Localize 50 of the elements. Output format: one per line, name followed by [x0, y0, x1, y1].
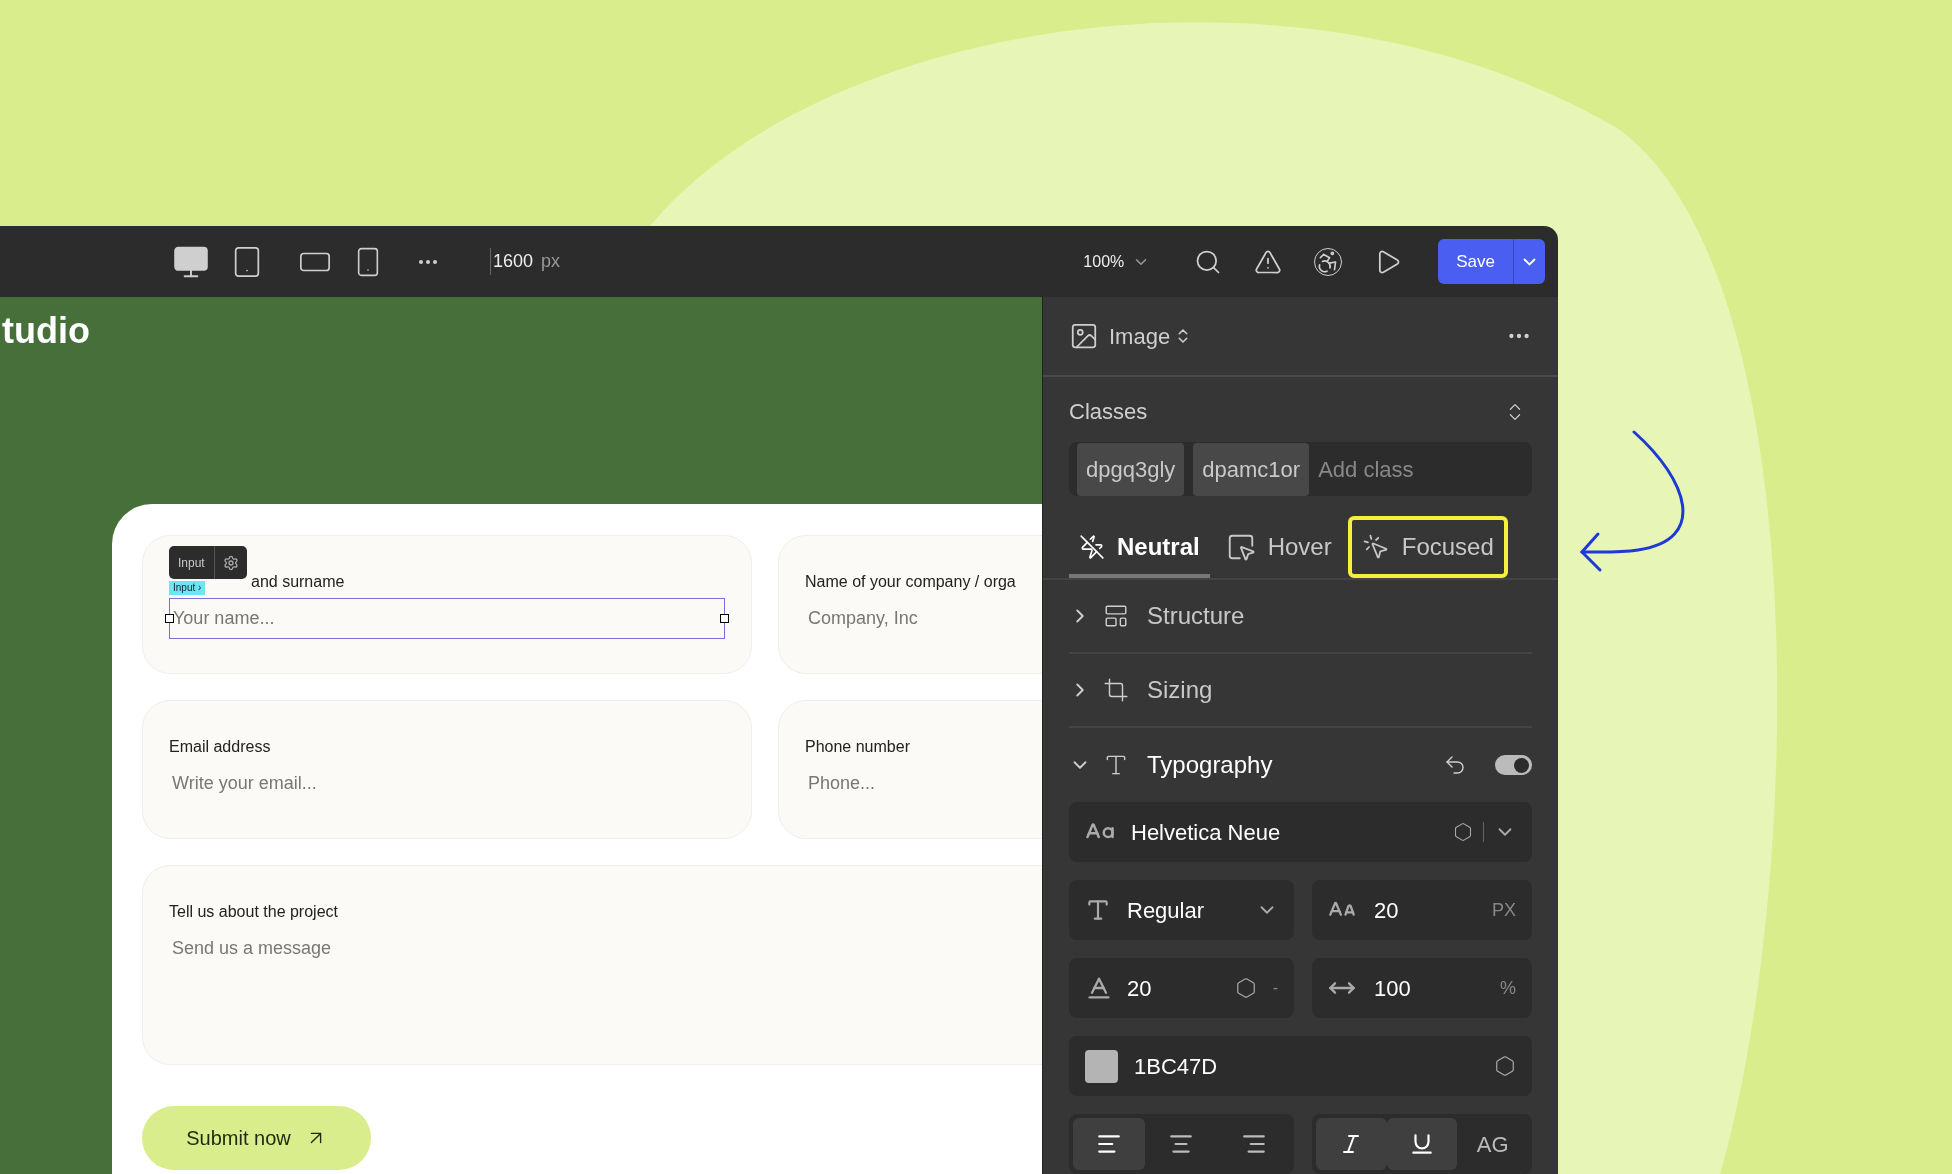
line-height-field[interactable]: 20 - — [1069, 958, 1294, 1018]
underline-button[interactable] — [1386, 1118, 1458, 1170]
align-button[interactable] — [1073, 1118, 1146, 1170]
class-chip[interactable]: dpgq3gly — [1077, 442, 1185, 496]
underline-icon — [1409, 1131, 1435, 1157]
field-label: Email address — [169, 738, 271, 755]
section-title: Classes — [1069, 398, 1148, 426]
lightning-off-icon — [1079, 534, 1105, 560]
element-badge: Input › — [169, 581, 206, 595]
text-input[interactable]: Send us a message — [169, 928, 1042, 969]
font-weight-select[interactable]: Regular — [1069, 880, 1294, 940]
chevron-down-icon — [1523, 257, 1536, 266]
text-input[interactable]: Write your email... — [169, 763, 725, 804]
hexagon-icon[interactable] — [1494, 1055, 1516, 1077]
text-icon — [1085, 897, 1111, 923]
add-class-placeholder: Add class — [1318, 455, 1414, 484]
color-swatch[interactable] — [1085, 1049, 1118, 1083]
font-select[interactable]: Helvetica Neue — [1069, 802, 1532, 862]
field-label: and surname — [251, 573, 345, 590]
layout-icon — [1103, 603, 1129, 629]
width-unit: px — [541, 250, 561, 273]
state-tab[interactable]: Hover — [1215, 516, 1342, 578]
toggle-switch[interactable] — [1495, 755, 1532, 775]
submit-button[interactable]: Submit now — [142, 1106, 371, 1170]
element-type[interactable]: Image — [1109, 319, 1171, 353]
state-tab[interactable]: Neutral — [1069, 516, 1210, 578]
section-title[interactable]: Typography — [1147, 747, 1273, 783]
crop-icon — [1103, 677, 1129, 703]
field-label: Phone number — [805, 738, 910, 755]
image-icon — [1069, 321, 1099, 351]
class-chip[interactable]: dpamc1or — [1193, 442, 1310, 496]
field-label: Name of your company / orga — [805, 573, 1016, 590]
class-field[interactable]: dpgq3gly dpamc1or Add class — [1069, 442, 1532, 496]
color-field[interactable]: 1BC47D — [1069, 1036, 1532, 1096]
zoom-level[interactable]: 100% — [1083, 249, 1125, 274]
site-logo-text: tudio — [2, 310, 90, 351]
cursor-click-icon — [1361, 533, 1390, 561]
text-input[interactable]: Phone... — [805, 763, 1042, 804]
text-input[interactable]: Company, Inc — [805, 598, 1042, 639]
italic-button[interactable] — [1316, 1118, 1387, 1170]
hexagon-icon[interactable] — [1453, 822, 1473, 842]
section-title[interactable]: Structure — [1147, 598, 1245, 634]
font-size-field[interactable]: 20 PX — [1312, 880, 1532, 940]
section-title[interactable]: Sizing — [1147, 672, 1213, 708]
hexagon-icon[interactable] — [1234, 977, 1257, 999]
letter-spacing-field[interactable]: 100 % — [1312, 958, 1532, 1018]
state-tab[interactable]: Focused — [1347, 516, 1508, 578]
width-value[interactable]: 1600 — [493, 248, 534, 275]
field-label: Tell us about the project — [169, 903, 338, 920]
settings-icon[interactable] — [222, 554, 239, 571]
